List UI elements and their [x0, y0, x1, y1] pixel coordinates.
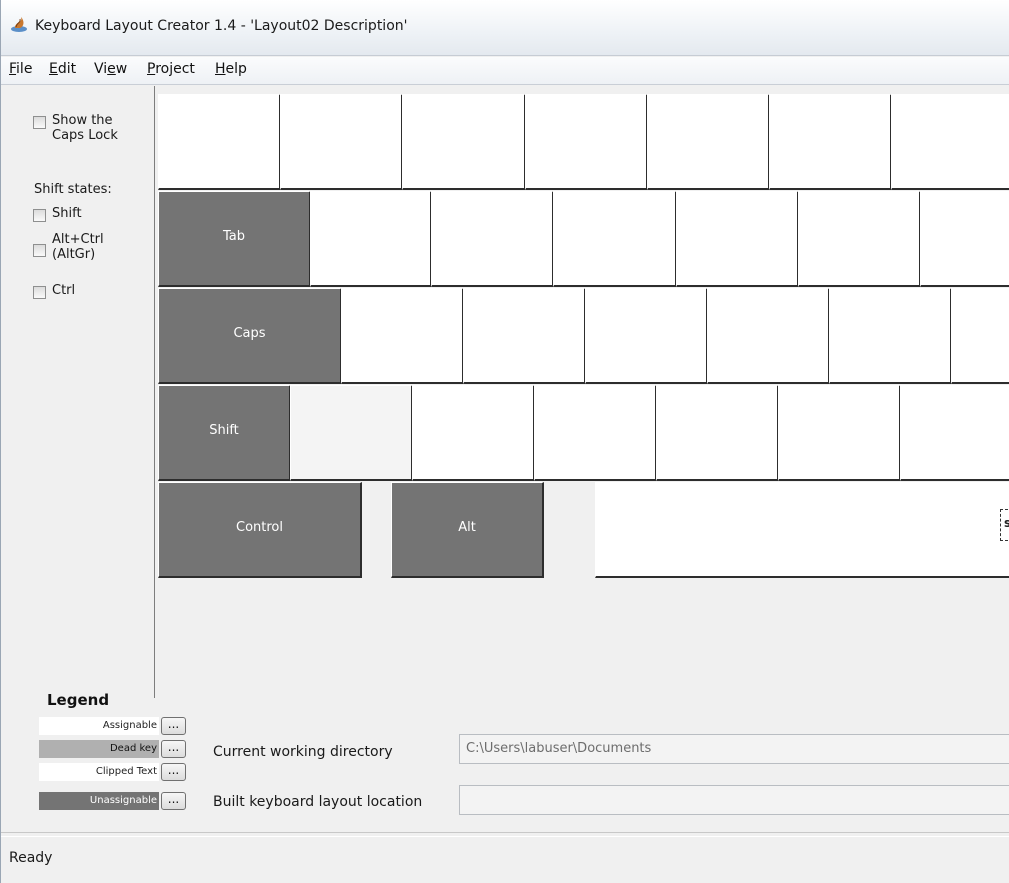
altgr-label: Alt+Ctrl (AltGr): [52, 232, 104, 262]
control-key[interactable]: Control: [158, 482, 362, 578]
built-layout-location-field[interactable]: [459, 785, 1009, 815]
key[interactable]: [829, 288, 952, 384]
legend-title: Legend: [47, 691, 110, 709]
key[interactable]: [891, 94, 1009, 190]
caps-lock-key[interactable]: Caps: [158, 288, 342, 384]
legend-clipped-text: Clipped Text: [39, 763, 159, 781]
alt-key-label: Alt: [458, 520, 476, 535]
keyboard-canvas: Tab Caps Shift Control Alt: [154, 86, 1009, 698]
tab-key[interactable]: Tab: [158, 191, 311, 287]
altgr-checkbox[interactable]: Alt+Ctrl (AltGr): [33, 232, 104, 262]
tab-key-label: Tab: [222, 229, 245, 244]
legend-assignable: Assignable: [39, 717, 159, 735]
menu-view[interactable]: View: [94, 61, 127, 77]
shift-checkbox[interactable]: Shift: [33, 206, 82, 222]
key[interactable]: [290, 385, 413, 481]
ctrl-label: Ctrl: [52, 283, 76, 298]
current-working-directory-label: Current working directory: [213, 744, 393, 760]
key[interactable]: [769, 94, 892, 190]
status-text: Ready: [9, 850, 53, 866]
menu-file[interactable]: File: [9, 61, 32, 77]
alt-key[interactable]: Alt: [391, 482, 544, 578]
menu-project[interactable]: Project: [147, 61, 195, 77]
keyboard-layout-creator-icon: [11, 17, 27, 32]
key[interactable]: [920, 191, 1009, 287]
spacebar-clipped-label: s: [1000, 509, 1009, 541]
app-window: Keyboard Layout Creator 1.4 - 'Layout02 …: [0, 0, 1009, 883]
dead-key-color-button[interactable]: ...: [161, 740, 186, 758]
assignable-color-button[interactable]: ...: [161, 717, 186, 735]
spacebar-key[interactable]: s: [595, 482, 1009, 578]
current-working-directory-field[interactable]: C:\Users\labuser\Documents: [459, 734, 1009, 764]
key[interactable]: [534, 385, 657, 481]
window-title: Keyboard Layout Creator 1.4 - 'Layout02 …: [35, 18, 408, 34]
key[interactable]: [431, 191, 554, 287]
separator: [1, 832, 1009, 833]
legend-dead-key: Dead key: [39, 740, 159, 758]
shift-key-label: Shift: [209, 423, 239, 438]
shift-label: Shift: [52, 206, 82, 221]
key[interactable]: [463, 288, 586, 384]
key[interactable]: [585, 288, 708, 384]
control-key-label: Control: [236, 520, 283, 535]
built-layout-location-label: Built keyboard layout location: [213, 794, 423, 810]
caps-key-label: Caps: [233, 326, 266, 341]
title-bar: Keyboard Layout Creator 1.4 - 'Layout02 …: [1, 0, 1009, 56]
checkbox-box[interactable]: [33, 286, 46, 299]
key[interactable]: [798, 191, 921, 287]
clipped-text-color-button[interactable]: ...: [161, 763, 186, 781]
key[interactable]: [412, 385, 535, 481]
key[interactable]: [707, 288, 830, 384]
unassignable-color-button[interactable]: ...: [161, 792, 186, 810]
options-panel: [1, 86, 153, 696]
key[interactable]: [525, 94, 648, 190]
show-caps-lock-label: Show the Caps Lock: [52, 113, 118, 143]
key[interactable]: [280, 94, 403, 190]
key[interactable]: [656, 385, 779, 481]
key[interactable]: [951, 288, 1009, 384]
shift-states-label: Shift states:: [34, 182, 112, 197]
key[interactable]: [900, 385, 1009, 481]
key[interactable]: [676, 191, 799, 287]
legend-unassignable: Unassignable: [39, 792, 159, 810]
checkbox-box[interactable]: [33, 116, 46, 129]
key[interactable]: [647, 94, 770, 190]
menu-bar: File Edit View Project Help: [1, 57, 1009, 85]
menu-help[interactable]: Help: [215, 61, 247, 77]
checkbox-box[interactable]: [33, 244, 46, 257]
key[interactable]: [553, 191, 677, 287]
key[interactable]: [778, 385, 901, 481]
show-caps-lock-checkbox[interactable]: Show the Caps Lock: [33, 113, 118, 143]
key[interactable]: [310, 191, 432, 287]
key[interactable]: [341, 288, 464, 384]
ctrl-checkbox[interactable]: Ctrl: [33, 283, 75, 299]
key[interactable]: [402, 94, 526, 190]
menu-edit[interactable]: Edit: [49, 61, 76, 77]
checkbox-box[interactable]: [33, 209, 46, 222]
status-bar: Ready: [1, 836, 1009, 883]
key[interactable]: [158, 94, 281, 190]
shift-key[interactable]: Shift: [158, 385, 291, 481]
